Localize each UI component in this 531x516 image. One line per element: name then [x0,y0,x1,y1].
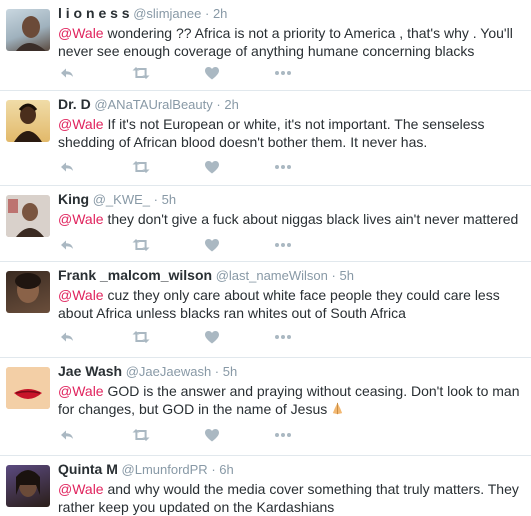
heart-icon[interactable] [203,158,223,176]
separator: · [204,6,210,21]
reply-icon[interactable] [58,64,78,82]
timestamp[interactable]: 5h [162,192,176,207]
display-name[interactable]: Quinta M [58,461,118,477]
more-icon[interactable] [273,158,293,176]
avatar[interactable] [6,100,50,142]
avatar[interactable] [6,367,50,409]
timestamp[interactable]: 2h [213,6,227,21]
separator: · [214,364,220,379]
tweet-body: and why would the media cover something … [58,481,519,515]
username[interactable]: @ANaTAUralBeauty [94,97,212,112]
avatar[interactable] [6,9,50,51]
separator: · [153,192,158,207]
tweet: Quinta M @LmunfordPR · 6h @Wale and why … [0,456,531,515]
reply-icon[interactable] [58,426,78,444]
username[interactable]: @LmunfordPR [122,462,208,477]
avatar[interactable] [6,465,50,507]
username[interactable]: @slimjanee [133,6,201,21]
mention-link[interactable]: @Wale [58,481,104,497]
retweet-icon[interactable] [131,236,151,254]
tweet: Frank _malcom_wilson @last_nameWilson · … [0,262,531,358]
tweet-actions [58,158,318,176]
reply-icon[interactable] [58,236,78,254]
username[interactable]: @_KWE_ [93,192,150,207]
retweet-icon[interactable] [131,426,151,444]
tweet-text: @Wale If it's not European or white, it'… [58,115,525,151]
username[interactable]: @JaeJaewash [126,364,211,379]
display-name[interactable]: Dr. D [58,96,91,112]
retweet-icon[interactable] [131,328,151,346]
tweet-text: @Wale they don't give a fuck about nigga… [58,210,525,228]
tweet: Dr. D @ANaTAUralBeauty · 2h @Wale If it'… [0,91,531,186]
retweet-icon[interactable] [131,158,151,176]
tweet-actions [58,328,318,346]
timestamp[interactable]: 6h [219,462,233,477]
more-icon[interactable] [273,328,293,346]
folded-hands-emoji [333,402,343,415]
avatar[interactable] [6,195,50,237]
tweet-actions [58,236,318,254]
username[interactable]: @last_nameWilson [216,268,328,283]
tweet: l i o n e s s @slimjanee · 2h @Wale wond… [0,0,531,91]
tweet-feed: l i o n e s s @slimjanee · 2h @Wale wond… [0,0,531,515]
mention-link[interactable]: @Wale [58,116,104,132]
display-name[interactable]: l i o n e s s [58,5,130,21]
display-name[interactable]: Jae Wash [58,363,122,379]
display-name[interactable]: Frank _malcom_wilson [58,267,212,283]
tweet-text: @Wale cuz they only care about white fac… [58,286,525,322]
tweet-text: @Wale wondering ?? Africa is not a prior… [58,24,525,60]
tweet-body: If it's not European or white, it's not … [58,116,485,150]
tweet-actions [58,64,318,82]
more-icon[interactable] [273,236,293,254]
tweet-body: they don't give a fuck about niggas blac… [103,211,519,227]
mention-link[interactable]: @Wale [58,211,104,227]
more-icon[interactable] [273,426,293,444]
heart-icon[interactable] [203,64,223,82]
heart-icon[interactable] [203,328,223,346]
tweet: Jae Wash @JaeJaewash · 5h @Wale GOD is t… [0,358,531,456]
separator: · [211,462,216,477]
timestamp[interactable]: 2h [224,97,238,112]
heart-icon[interactable] [203,426,223,444]
reply-icon[interactable] [58,158,78,176]
timestamp[interactable]: 5h [223,364,237,379]
tweet-body: GOD is the answer and praying without ce… [58,383,520,417]
tweet-text: @Wale GOD is the answer and praying with… [58,382,525,418]
mention-link[interactable]: @Wale [58,25,104,41]
tweet-body: cuz they only care about white face peop… [58,287,500,321]
reply-icon[interactable] [58,328,78,346]
tweet-body: wondering ?? Africa is not a priority to… [58,25,513,59]
avatar[interactable] [6,271,50,313]
more-icon[interactable] [273,64,293,82]
separator: · [331,268,336,283]
tweet-actions [58,426,318,444]
timestamp[interactable]: 5h [339,268,353,283]
display-name[interactable]: King [58,191,89,207]
separator: · [216,97,221,112]
tweet: King @_KWE_ · 5h @Wale they don't give a… [0,186,531,262]
heart-icon[interactable] [203,236,223,254]
mention-link[interactable]: @Wale [58,287,104,303]
retweet-icon[interactable] [131,64,151,82]
mention-link[interactable]: @Wale [58,383,104,399]
